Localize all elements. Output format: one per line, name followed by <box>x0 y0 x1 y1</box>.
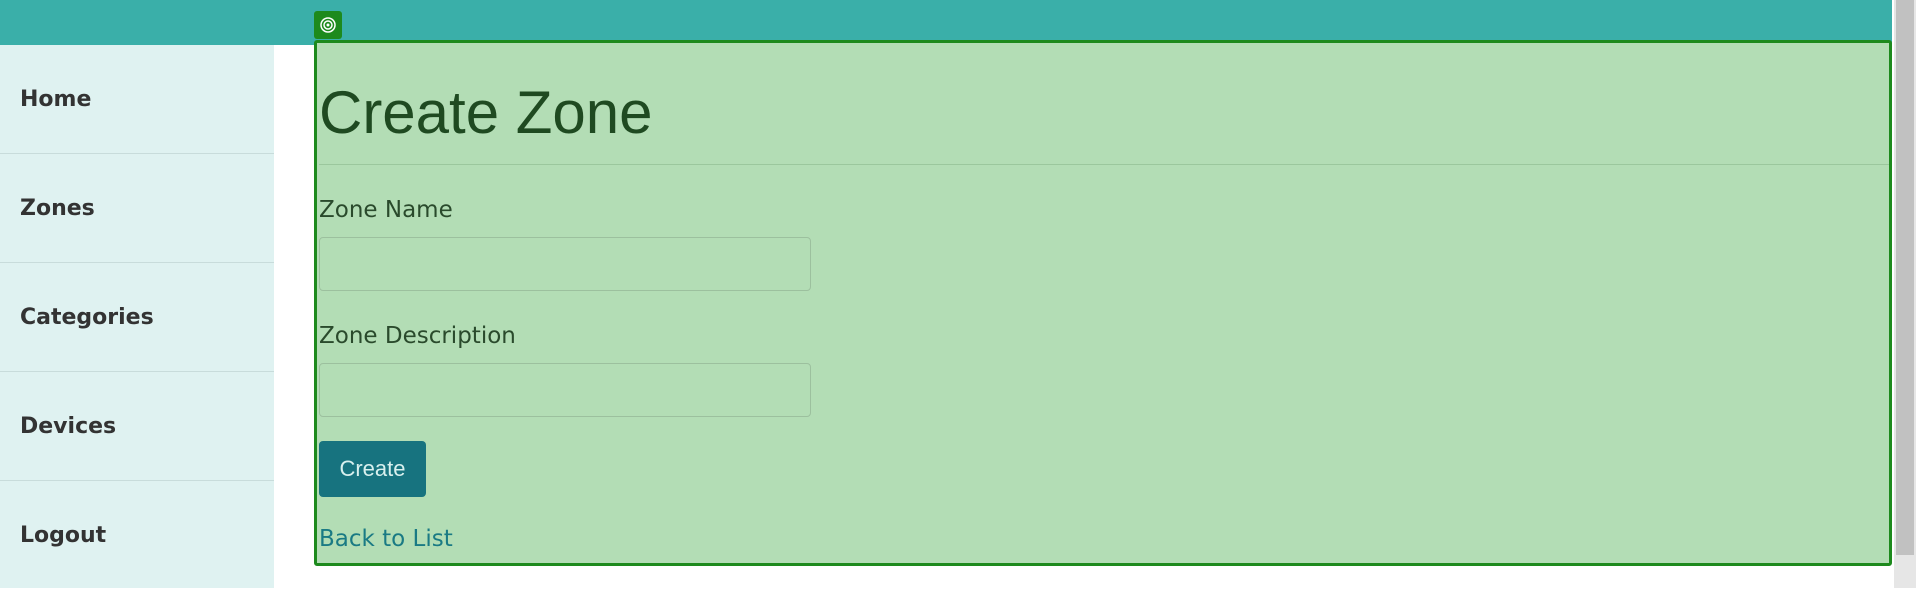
sidebar-item-home[interactable]: Home <box>0 45 274 154</box>
sidebar: Home Zones Categories Devices Logout <box>0 45 274 588</box>
sidebar-item-logout[interactable]: Logout <box>0 481 274 590</box>
sidebar-item-label: Home <box>20 86 92 112</box>
sidebar-item-zones[interactable]: Zones <box>0 154 274 263</box>
sidebar-item-label: Logout <box>20 523 107 548</box>
zone-name-label: Zone Name <box>319 197 453 223</box>
vertical-scrollbar[interactable] <box>1894 0 1916 588</box>
page-title: Create Zone <box>319 79 653 146</box>
sidebar-item-categories[interactable]: Categories <box>0 263 274 372</box>
zone-description-label: Zone Description <box>319 323 516 349</box>
create-button[interactable]: Create <box>319 441 426 497</box>
back-to-list-link[interactable]: Back to List <box>319 526 1889 552</box>
sidebar-item-devices[interactable]: Devices <box>0 372 274 481</box>
title-divider <box>319 164 1889 165</box>
scrollbar-thumb[interactable] <box>1896 0 1914 555</box>
sidebar-item-label: Categories <box>20 304 154 330</box>
sidebar-item-label: Devices <box>20 413 117 439</box>
zone-name-input[interactable] <box>319 237 811 291</box>
target-icon <box>314 11 342 39</box>
main-content: Create Zone Zone Name Zone Description C… <box>314 11 1894 568</box>
create-zone-form: Create Zone Zone Name Zone Description C… <box>319 40 1889 552</box>
zone-description-input[interactable] <box>319 363 811 417</box>
top-header-bar <box>0 0 1892 45</box>
sidebar-item-label: Zones <box>20 195 95 221</box>
